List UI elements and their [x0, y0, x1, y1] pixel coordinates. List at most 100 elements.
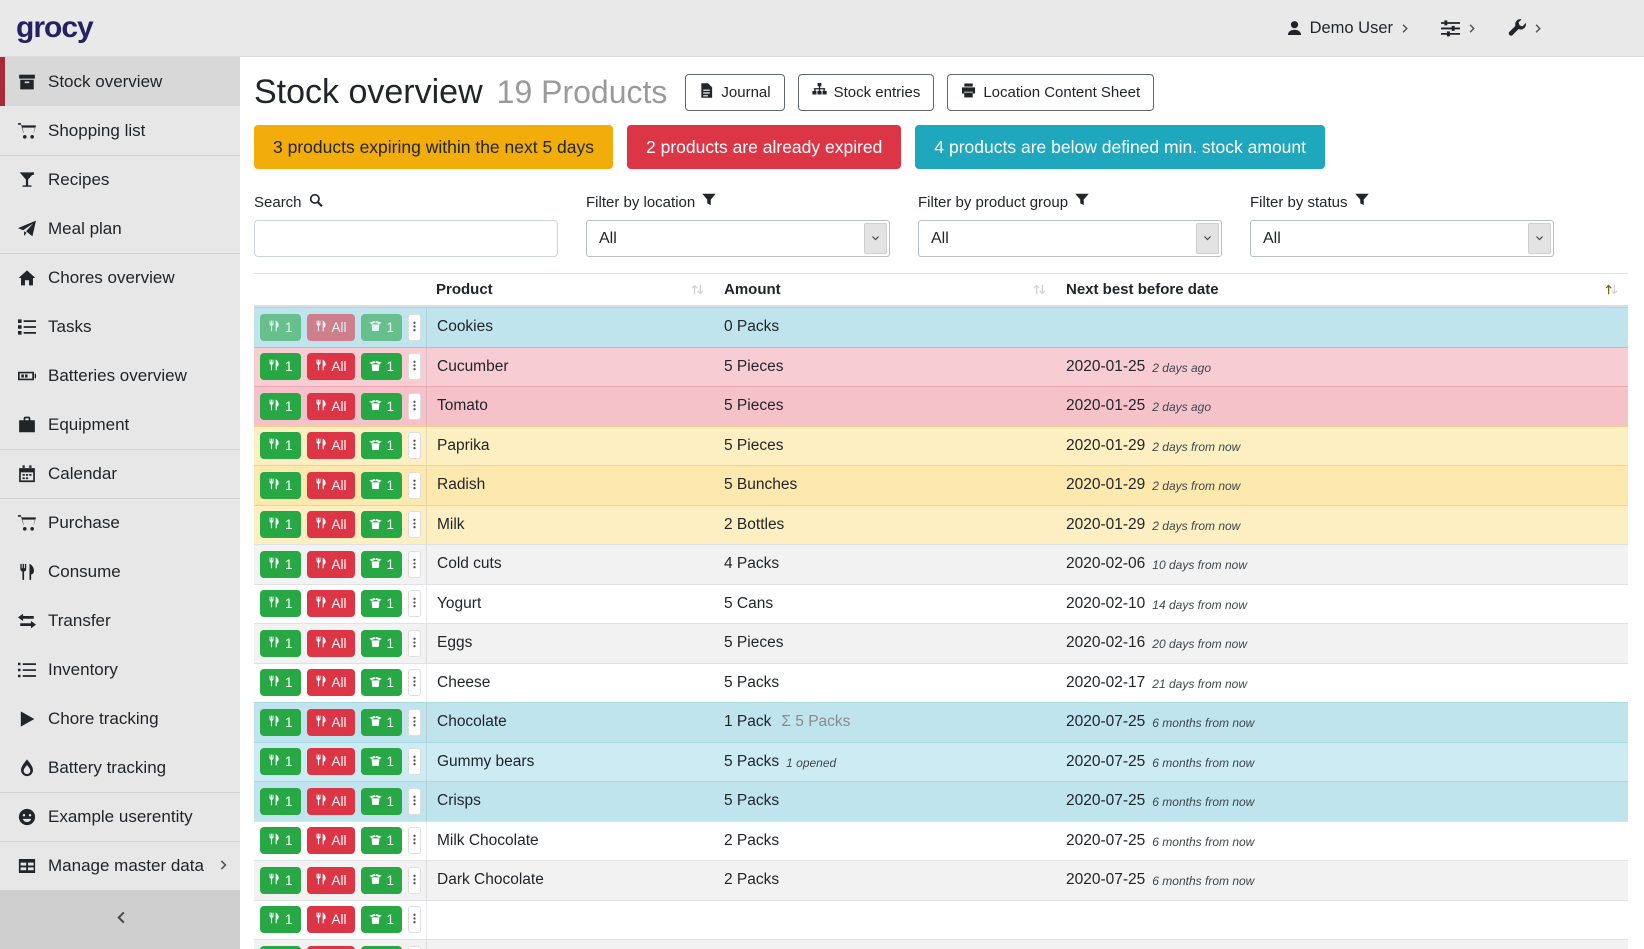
location-content-sheet-button[interactable]: Location Content Sheet [947, 74, 1154, 111]
open-one-button[interactable]: 1 [361, 709, 403, 736]
amount-column-header[interactable]: Amount [714, 274, 1056, 305]
consume-one-button[interactable]: 1 [260, 788, 301, 815]
admin-menu[interactable] [1508, 19, 1544, 37]
open-one-button[interactable]: 1 [361, 748, 403, 775]
row-menu-button[interactable] [408, 669, 421, 696]
sidebar-item-manage-master-data[interactable]: Manage master data [0, 841, 240, 890]
danger-banner[interactable]: 2 products are already expired [627, 125, 901, 169]
open-one-button[interactable]: 1 [361, 314, 403, 341]
stock-entries-button[interactable]: Stock entries [798, 74, 935, 111]
sidebar-collapse-button[interactable] [0, 890, 240, 949]
row-menu-button[interactable] [408, 353, 421, 380]
app-logo[interactable]: grocy [16, 11, 93, 45]
consume-one-button[interactable]: 1 [260, 472, 301, 499]
open-one-button[interactable]: 1 [361, 867, 403, 894]
consume-one-button[interactable]: 1 [260, 748, 301, 775]
row-menu-button[interactable] [408, 788, 421, 815]
consume-all-button[interactable]: All [307, 867, 355, 894]
sidebar-item-purchase[interactable]: Purchase [0, 498, 240, 547]
consume-all-button[interactable]: All [307, 432, 355, 459]
open-one-button[interactable]: 1 [361, 590, 403, 617]
consume-all-button[interactable]: All [307, 393, 355, 420]
sidebar-item-transfer[interactable]: Transfer [0, 596, 240, 645]
consume-all-button[interactable]: All [307, 314, 355, 341]
open-one-button[interactable]: 1 [361, 472, 403, 499]
sidebar-item-recipes[interactable]: Recipes [0, 155, 240, 204]
consume-one-button[interactable]: 1 [260, 709, 301, 736]
consume-one-button[interactable]: 1 [260, 590, 301, 617]
open-one-button[interactable]: 1 [361, 906, 403, 933]
sidebar-item-battery-tracking[interactable]: Battery tracking [0, 743, 240, 792]
open-one-button[interactable]: 1 [361, 353, 403, 380]
consume-one-button[interactable]: 1 [260, 551, 301, 578]
product-column-header[interactable]: Product [426, 274, 714, 305]
row-menu-button[interactable] [408, 511, 421, 538]
open-one-button[interactable]: 1 [361, 511, 403, 538]
sidebar-item-chore-tracking[interactable]: Chore tracking [0, 694, 240, 743]
row-menu-button[interactable] [408, 630, 421, 657]
sidebar-item-meal-plan[interactable]: Meal plan [0, 204, 240, 253]
open-one-button[interactable]: 1 [361, 827, 403, 854]
consume-one-button[interactable]: 1 [260, 393, 301, 420]
sidebar-item-chores-overview[interactable]: Chores overview [0, 253, 240, 302]
row-menu-button[interactable] [408, 590, 421, 617]
row-menu-button[interactable] [408, 906, 421, 933]
settings-menu[interactable] [1441, 19, 1478, 38]
open-one-button[interactable]: 1 [361, 551, 403, 578]
journal-button[interactable]: Journal [685, 74, 784, 111]
consume-all-button[interactable]: All [307, 748, 355, 775]
row-menu-button[interactable] [408, 432, 421, 459]
consume-all-button[interactable]: All [307, 590, 355, 617]
open-one-button[interactable]: 1 [361, 788, 403, 815]
consume-all-button[interactable]: All [307, 906, 355, 933]
sidebar-item-consume[interactable]: Consume [0, 547, 240, 596]
sidebar-item-equipment[interactable]: Equipment [0, 400, 240, 449]
sidebar-item-calendar[interactable]: Calendar [0, 449, 240, 498]
consume-one-button[interactable]: 1 [260, 353, 301, 380]
consume-one-button[interactable]: 1 [260, 867, 301, 894]
info-banner[interactable]: 4 products are below defined min. stock … [915, 125, 1325, 169]
consume-all-button[interactable]: All [307, 788, 355, 815]
consume-one-button[interactable]: 1 [260, 511, 301, 538]
row-menu-button[interactable] [408, 709, 421, 736]
open-one-button[interactable]: 1 [361, 393, 403, 420]
consume-all-button[interactable]: All [307, 511, 355, 538]
search-input[interactable] [254, 220, 558, 257]
consume-all-button[interactable]: All [307, 630, 355, 657]
amount-cell: 5 Packs [714, 664, 1056, 703]
consume-one-button[interactable]: 1 [260, 906, 301, 933]
open-one-button[interactable]: 1 [361, 669, 403, 696]
consume-all-button[interactable]: All [307, 353, 355, 380]
consume-all-button[interactable]: All [307, 472, 355, 499]
row-menu-button[interactable] [408, 472, 421, 499]
consume-one-button[interactable]: 1 [260, 669, 301, 696]
location-filter-select[interactable]: All [586, 220, 890, 257]
row-menu-button[interactable] [408, 393, 421, 420]
status-filter-select[interactable]: All [1250, 220, 1554, 257]
date-column-header[interactable]: Next best before date [1056, 274, 1628, 305]
consume-one-button[interactable]: 1 [260, 827, 301, 854]
sidebar-item-shopping-list[interactable]: Shopping list [0, 106, 240, 155]
row-menu-button[interactable] [408, 314, 421, 341]
consume-all-button[interactable]: All [307, 551, 355, 578]
open-one-button[interactable]: 1 [361, 630, 403, 657]
sidebar-item-batteries-overview[interactable]: Batteries overview [0, 351, 240, 400]
user-menu[interactable]: Demo User [1286, 19, 1411, 38]
consume-one-button[interactable]: 1 [260, 432, 301, 459]
consume-one-button[interactable]: 1 [260, 314, 301, 341]
sidebar-item-tasks[interactable]: Tasks [0, 302, 240, 351]
consume-all-button[interactable]: All [307, 827, 355, 854]
row-menu-button[interactable] [408, 827, 421, 854]
row-menu-button[interactable] [408, 867, 421, 894]
consume-all-button[interactable]: All [307, 669, 355, 696]
sidebar-item-example-userentity[interactable]: Example userentity [0, 792, 240, 841]
warning-banner[interactable]: 3 products expiring within the next 5 da… [254, 125, 613, 169]
consume-all-button[interactable]: All [307, 709, 355, 736]
consume-one-button[interactable]: 1 [260, 630, 301, 657]
sidebar-item-inventory[interactable]: Inventory [0, 645, 240, 694]
row-menu-button[interactable] [408, 748, 421, 775]
sidebar-item-stock-overview[interactable]: Stock overview [0, 57, 240, 106]
open-one-button[interactable]: 1 [361, 432, 403, 459]
row-menu-button[interactable] [408, 551, 421, 578]
product-group-filter-select[interactable]: All [918, 220, 1222, 257]
